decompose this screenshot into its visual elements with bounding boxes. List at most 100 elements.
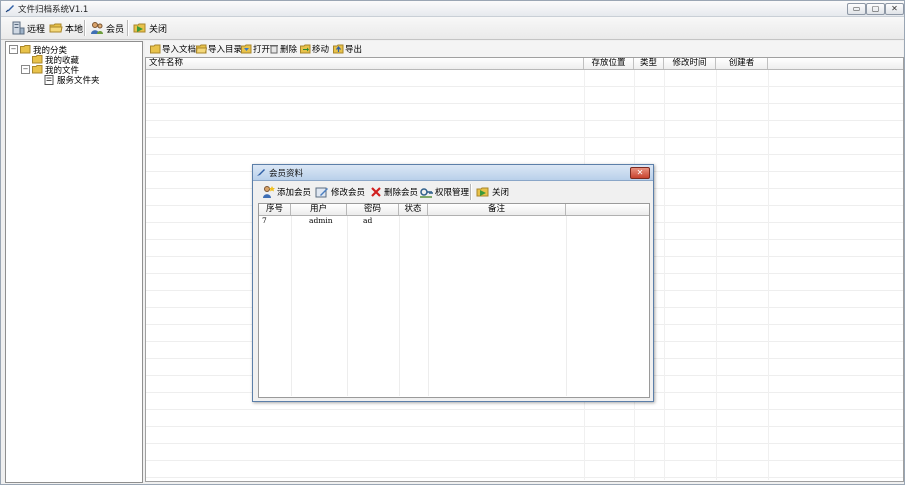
import-document-label: 导入文档 — [162, 45, 197, 55]
members-label: 会员 — [106, 24, 125, 35]
column-header-index[interactable]: 序号 — [259, 204, 291, 215]
column-header-name[interactable]: 文件名称 — [146, 58, 584, 69]
toolbar-separator — [470, 184, 472, 200]
toolbar-separator — [127, 20, 129, 36]
exit-folder-icon — [133, 23, 146, 33]
tree-node-server-folder[interactable]: 服务文件夹 — [44, 74, 100, 86]
document-icon — [44, 74, 54, 85]
maximize-icon: ▢ — [871, 4, 880, 13]
import-document-button[interactable]: 导入文档 — [150, 43, 196, 55]
close-window-button[interactable]: ✕ — [885, 3, 904, 15]
table-row[interactable]: 7 admin ad — [259, 216, 649, 226]
maximize-button[interactable]: ▢ — [866, 3, 885, 15]
move-folder-icon — [300, 44, 311, 54]
member-dialog-title-bar[interactable]: 会员资料 ✕ — [253, 165, 653, 181]
key-icon — [420, 188, 433, 198]
folder-icon — [150, 44, 161, 54]
window-title: 文件归档系统V1.1 — [18, 5, 89, 15]
open-label: 打开 — [253, 45, 271, 55]
edit-member-button[interactable]: 修改会员 — [315, 184, 365, 200]
move-label: 移动 — [312, 45, 330, 55]
import-directory-button[interactable]: 导入目录 — [196, 43, 242, 55]
close-icon: ✕ — [891, 4, 898, 13]
add-user-icon — [263, 186, 275, 198]
column-divider — [291, 216, 292, 396]
collapse-icon[interactable]: − — [9, 45, 18, 54]
column-header-modified[interactable]: 修改时间 — [664, 58, 716, 69]
app-feather-icon — [257, 169, 265, 176]
member-list-header: 序号 用户 密码 状态 备注 — [259, 204, 649, 216]
column-header-status[interactable]: 状态 — [399, 204, 428, 215]
column-header-note[interactable]: 备注 — [428, 204, 566, 215]
delete-member-label: 删除会员 — [384, 188, 419, 198]
open-folder-icon — [241, 44, 252, 54]
export-label: 导出 — [345, 45, 363, 55]
column-header-password[interactable]: 密码 — [347, 204, 399, 215]
member-password: ad — [363, 216, 373, 225]
edit-icon — [315, 187, 328, 198]
server-icon — [12, 21, 25, 35]
title-bar: 文件归档系统V1.1 ▭ ▢ ✕ — [1, 1, 904, 17]
trash-icon — [270, 45, 278, 54]
permissions-label: 权限管理 — [435, 188, 470, 198]
column-divider — [428, 216, 429, 396]
local-label: 本地 — [65, 24, 84, 35]
permissions-button[interactable]: 权限管理 — [419, 184, 469, 200]
close-button[interactable]: 关闭 — [133, 20, 167, 36]
main-toolbar: 远程 本地 会员 关闭 — [1, 17, 904, 40]
edit-member-label: 修改会员 — [331, 188, 366, 198]
column-header-location[interactable]: 存放位置 — [584, 58, 634, 69]
column-header-user[interactable]: 用户 — [291, 204, 347, 215]
delete-button[interactable]: 删除 — [269, 43, 297, 55]
toolbar-separator — [84, 20, 86, 36]
collapse-icon[interactable]: − — [21, 65, 30, 74]
folder-icon — [49, 23, 63, 33]
member-index: 7 — [262, 216, 267, 225]
column-divider — [664, 70, 665, 480]
member-user: admin — [309, 216, 333, 225]
app-feather-icon — [5, 5, 14, 13]
remote-button[interactable]: 远程 — [11, 20, 45, 36]
category-tree: − 我的分类 我的收藏 − 我的文件 服务文件夹 — [5, 41, 143, 483]
close-icon: ✕ — [636, 168, 644, 177]
import-directory-label: 导入目录 — [208, 45, 243, 55]
folder-icon — [32, 55, 43, 64]
column-divider — [347, 216, 348, 396]
dialog-close-label: 关闭 — [492, 188, 510, 198]
column-header-creator[interactable]: 创建者 — [716, 58, 768, 69]
column-divider — [716, 70, 717, 480]
column-divider — [768, 70, 769, 480]
add-member-button[interactable]: 添加会员 — [261, 184, 311, 200]
dialog-close-button[interactable]: ✕ — [630, 167, 650, 179]
local-button[interactable]: 本地 — [49, 20, 83, 36]
member-toolbar: 添加会员 修改会员 删除会员 权限管理 关闭 — [253, 181, 653, 203]
column-divider — [566, 216, 567, 396]
folder-icon — [32, 65, 43, 74]
minimize-icon: ▭ — [852, 4, 861, 13]
members-button[interactable]: 会员 — [90, 20, 124, 36]
export-icon — [333, 44, 344, 54]
member-dialog: 会员资料 ✕ 添加会员 修改会员 删除会员 权限管理 关闭 序号 用户 密码 状… — [252, 164, 654, 402]
export-button[interactable]: 导出 — [333, 43, 362, 55]
file-toolbar: 导入文档 导入目录 打开 删除 移动 导出 — [145, 41, 903, 57]
add-member-label: 添加会员 — [277, 188, 312, 198]
delete-member-button[interactable]: 删除会员 — [370, 184, 418, 200]
tree-label-server-folder: 服务文件夹 — [57, 75, 100, 86]
column-header-type[interactable]: 类型 — [634, 58, 664, 69]
open-button[interactable]: 打开 — [241, 43, 270, 55]
folder-icon — [20, 45, 31, 54]
folder-open-icon — [196, 44, 207, 54]
remote-label: 远程 — [27, 24, 46, 35]
move-button[interactable]: 移动 — [300, 43, 329, 55]
column-divider — [399, 216, 400, 396]
red-x-icon — [371, 187, 381, 197]
member-list[interactable]: 序号 用户 密码 状态 备注 7 admin ad — [258, 203, 650, 398]
exit-folder-icon — [476, 187, 489, 197]
member-dialog-title: 会员资料 — [269, 169, 304, 179]
minimize-button[interactable]: ▭ — [847, 3, 866, 15]
file-list-header: 文件名称 存放位置 类型 修改时间 创建者 — [146, 58, 903, 70]
delete-label: 删除 — [280, 45, 298, 55]
dialog-close-action-button[interactable]: 关闭 — [476, 184, 509, 200]
close-label: 关闭 — [149, 24, 168, 35]
users-icon — [91, 22, 103, 34]
